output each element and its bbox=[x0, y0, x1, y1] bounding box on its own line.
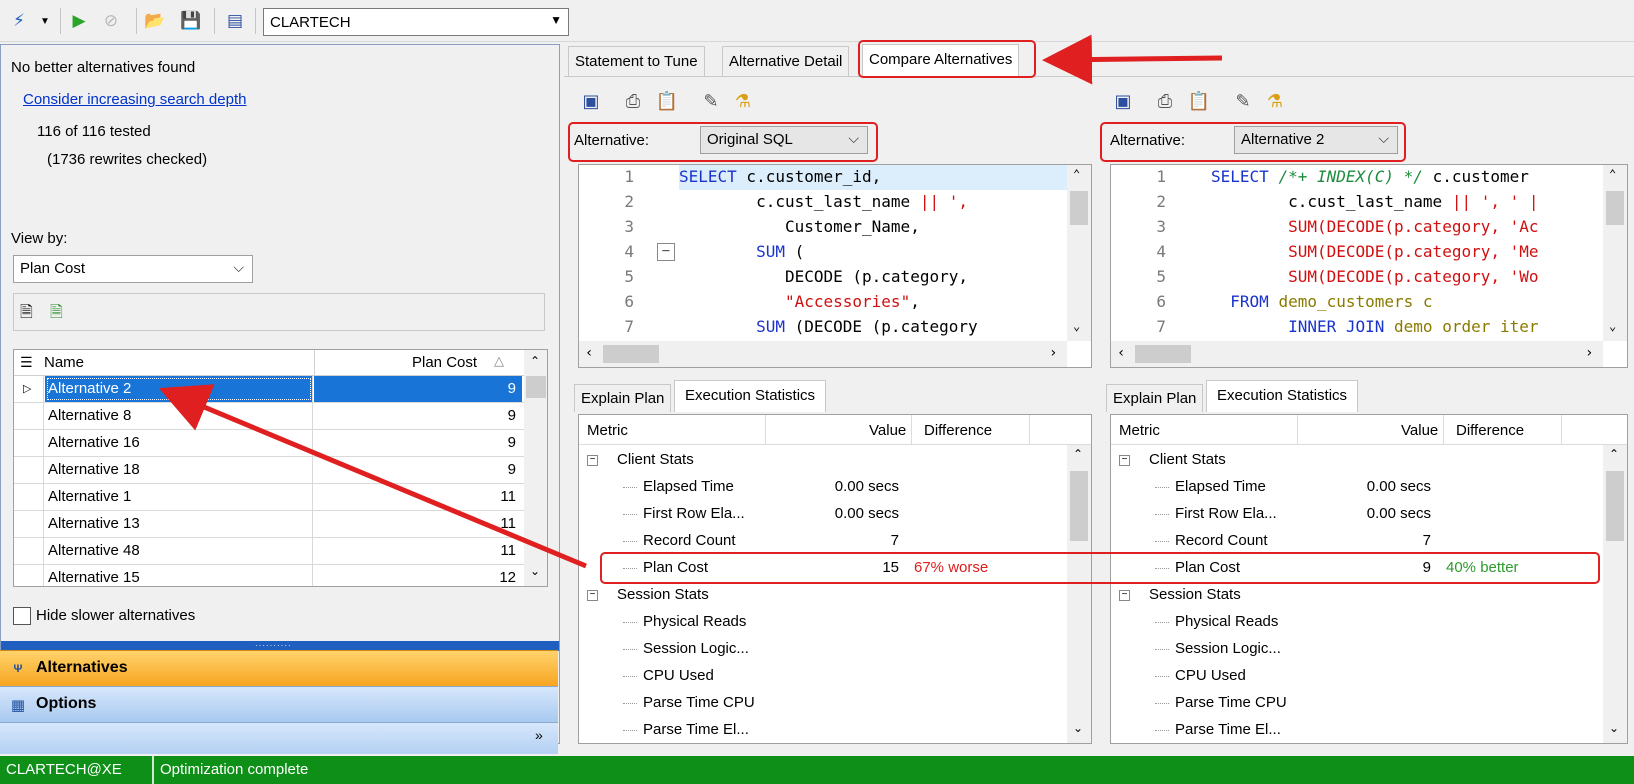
status-bar: CLARTECH@XE Optimization complete bbox=[0, 756, 1634, 784]
arrow-to-compare-tab bbox=[1042, 34, 1223, 85]
status-message: Optimization complete bbox=[152, 756, 314, 784]
arrow-to-alternative-2 bbox=[158, 384, 587, 569]
status-connection: CLARTECH@XE bbox=[6, 761, 122, 778]
annotation-arrows bbox=[158, 34, 1223, 569]
